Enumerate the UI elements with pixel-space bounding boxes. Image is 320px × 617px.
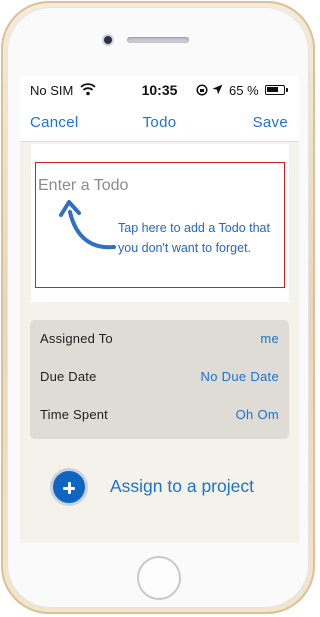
battery-tip (286, 88, 288, 92)
detail-label: Assigned To (40, 331, 113, 346)
due-date-value[interactable]: No Due Date (201, 369, 279, 384)
app-screen: No SIM 10:35 65 % Cancel Todo Save Enter… (20, 76, 299, 543)
detail-label: Time Spent (40, 407, 108, 422)
time-spent-value[interactable]: Oh Om (236, 407, 279, 422)
navigation-bar: Cancel Todo Save (20, 104, 299, 142)
due-date-row[interactable]: Due Date No Due Date (30, 358, 289, 396)
assigned-to-value[interactable]: me (260, 331, 279, 346)
assigned-to-row[interactable]: Assigned To me (30, 320, 289, 358)
todo-input-card: Tap here to add a Todo that you don't wa… (31, 144, 289, 302)
rotation-lock-icon (196, 84, 208, 96)
home-button[interactable] (137, 556, 181, 600)
assign-to-project-button[interactable]: Assign to a project (50, 468, 280, 508)
todo-details-panel: Assigned To me Due Date No Due Date Time… (30, 320, 289, 439)
front-camera (104, 36, 112, 44)
save-button[interactable]: Save (253, 114, 288, 131)
battery-percent: 65 % (229, 83, 259, 98)
time-spent-row[interactable]: Time Spent Oh Om (30, 396, 289, 434)
plus-circle-icon[interactable] (50, 468, 88, 506)
detail-label: Due Date (40, 369, 97, 384)
status-bar: No SIM 10:35 65 % (20, 76, 299, 104)
todo-text-field[interactable] (38, 177, 268, 195)
todo-input-box[interactable]: Tap here to add a Todo that you don't wa… (35, 162, 285, 288)
earpiece-speaker (127, 37, 189, 43)
todo-hint-text: Tap here to add a Todo that you don't wa… (118, 221, 270, 255)
location-arrow-icon (212, 84, 223, 95)
curved-arrow-icon (59, 200, 116, 250)
battery-icon (265, 85, 285, 95)
assign-to-project-label[interactable]: Assign to a project (110, 476, 254, 497)
